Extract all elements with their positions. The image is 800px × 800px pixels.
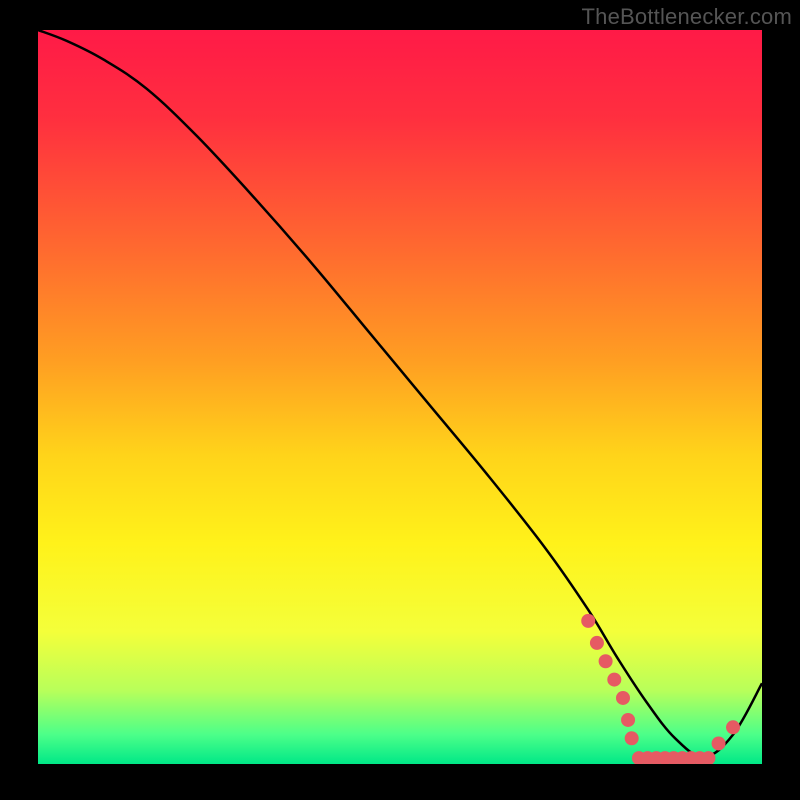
marker-dot bbox=[621, 713, 635, 727]
marker-dot bbox=[599, 654, 613, 668]
plot-background bbox=[38, 30, 762, 764]
marker-dot bbox=[701, 751, 715, 765]
marker-dot bbox=[712, 736, 726, 750]
marker-dot bbox=[616, 691, 630, 705]
marker-dot bbox=[726, 720, 740, 734]
marker-dot bbox=[590, 636, 604, 650]
watermark-text: TheBottlenecker.com bbox=[582, 4, 792, 30]
marker-dot bbox=[581, 614, 595, 628]
chart-frame: TheBottlenecker.com bbox=[0, 0, 800, 800]
bottleneck-chart bbox=[0, 0, 800, 800]
marker-dot bbox=[625, 731, 639, 745]
marker-dot bbox=[607, 673, 621, 687]
